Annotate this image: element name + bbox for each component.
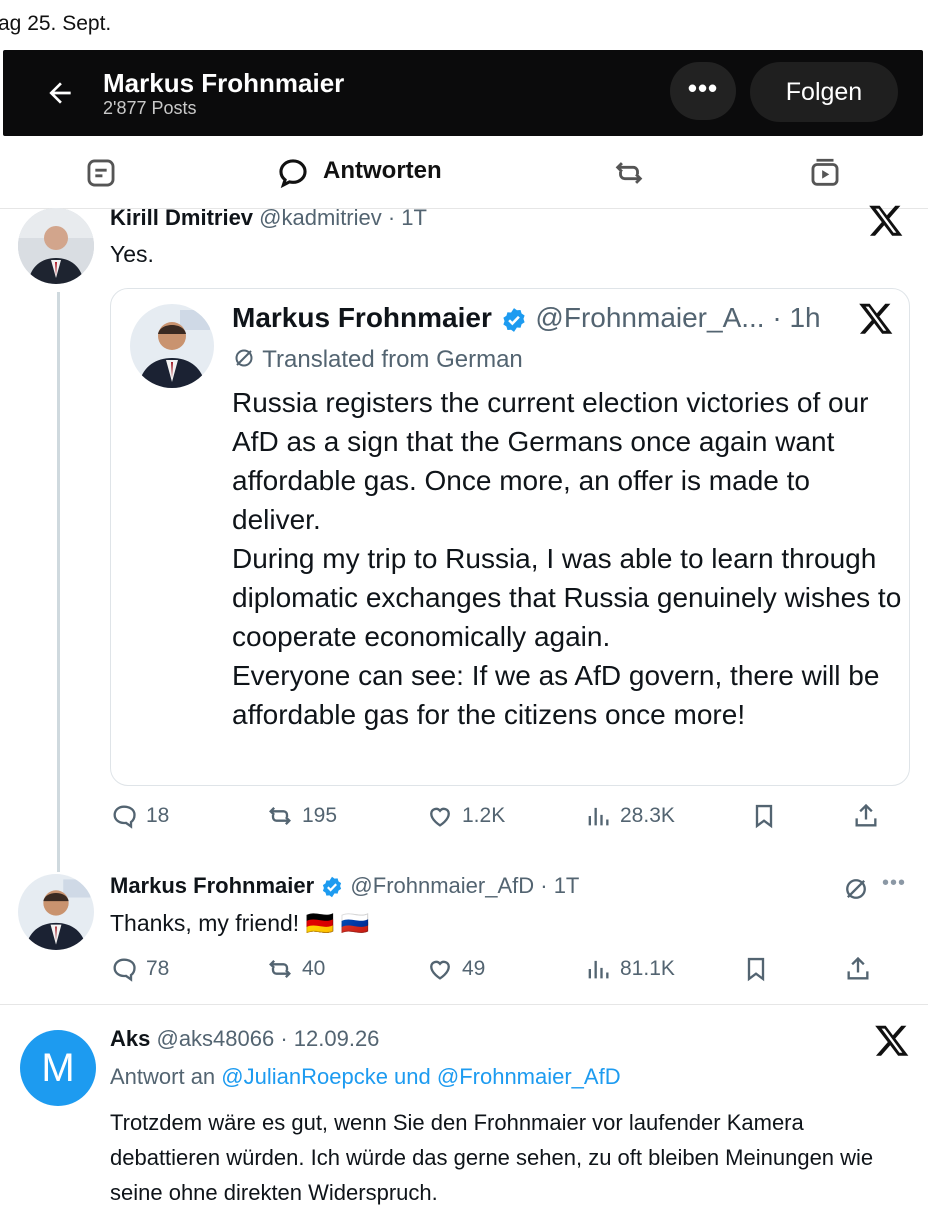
avatar[interactable]: M [20,1030,96,1106]
repost-icon [269,807,291,825]
repost-action[interactable]: 40 [266,955,325,983]
reply-to-mentions[interactable]: @JulianRoepcke und @Frohnmaier_AfD [221,1064,620,1089]
quote-paragraph: Everyone can see: If we as AfD govern, t… [232,660,880,730]
reply-text: Thanks, my friend! [110,910,300,936]
avatar[interactable] [130,304,214,388]
date-label: ag 25. Sept. [0,12,112,35]
bookmark-icon [747,957,765,982]
share-icon [847,956,869,980]
views-icon [588,807,609,826]
bookmark-button[interactable] [750,802,778,830]
profile-name: Markus Frohnmaier [103,68,345,98]
repost-action[interactable]: 195 [266,802,337,830]
handle-time[interactable]: @aks48066 · 12.09.26 [156,1026,379,1051]
tab-media-icon[interactable] [808,156,842,190]
reply-text: Trotzdem wäre es gut, wenn Sie den Frohn… [110,1110,874,1205]
reply-count: 78 [146,957,170,980]
handle-time[interactable]: @kadmitriev · 1T [259,205,427,230]
reply-header: Markus Frohnmaier @Frohnmaier_AfD · 1T [110,873,579,899]
divider [0,1004,928,1005]
reply-icon [113,805,136,829]
like-action[interactable]: 49 [426,955,485,983]
author-name[interactable]: Markus Frohnmaier [232,302,492,333]
like-action[interactable]: 1.2K [426,802,505,830]
reply-count: 18 [146,804,170,827]
back-arrow-icon[interactable] [44,77,76,109]
translated-note: Translated from German [232,346,523,374]
tab-replies-icon[interactable] [276,156,310,190]
reply-action[interactable]: 18 [110,802,169,830]
more-options-icon[interactable]: ••• [882,872,906,895]
handle-time[interactable]: @Frohnmaier_A... · 1h [535,302,820,333]
reply-text-row: Thanks, my friend! 🇩🇪 🇷🇺 [110,910,369,937]
repost-count: 195 [302,804,338,827]
translated-label: Translated from German [262,346,523,373]
views-count: 28.3K [620,804,675,827]
author-name[interactable]: Markus Frohnmaier [110,873,314,898]
follow-button[interactable]: Folgen [750,62,898,122]
reply-action[interactable]: 78 [110,955,169,983]
verified-badge-icon [503,307,525,332]
verified-badge-icon [323,876,342,898]
share-icon [855,803,877,827]
reply-header: Aks @aks48066 · 12.09.26 [110,1026,379,1052]
quote-paragraph: Russia registers the current election vi… [232,387,869,535]
like-count: 1.2K [462,804,506,827]
tab-reposts-icon[interactable] [612,156,646,190]
thread-line [57,292,60,872]
like-count: 49 [462,957,486,980]
reply-to-line: Antwort an @JulianRoepcke und @Frohnmaie… [110,1064,621,1090]
translate-icon[interactable] [842,875,870,903]
reply-header: Kirill Dmitriev @kadmitriev · 1T [110,205,427,231]
handle-time[interactable]: @Frohnmaier_AfD · 1T [350,873,579,898]
views-action[interactable]: 28.3K [584,802,675,830]
views-action[interactable]: 81.1K [584,955,675,983]
views-icon [588,960,609,979]
author-name[interactable]: Aks [110,1026,150,1051]
quote-paragraph: During my trip to Russia, I was able to … [232,543,902,652]
x-logo-icon [874,1022,914,1062]
posts-count: 2'877 Posts [103,98,197,118]
quote-body: Russia registers the current election vi… [232,383,902,734]
flag-emojis: 🇩🇪 🇷🇺 [305,910,370,936]
profile-tabs [0,136,928,209]
heart-icon [430,807,450,827]
translate-icon [235,349,253,367]
repost-icon [269,960,291,978]
reply-text: Yes. [110,241,154,267]
repost-count: 40 [302,957,326,980]
bookmark-icon [755,804,773,829]
quote-header: Markus Frohnmaier @Frohnmaier_A... · 1h [232,302,821,334]
x-logo-icon [868,202,908,242]
x-logo-icon [858,300,898,340]
views-count: 81.1K [620,957,675,980]
share-button[interactable] [844,955,872,983]
share-button[interactable] [852,802,880,830]
reply-icon [113,958,136,982]
heart-icon [430,960,450,980]
more-options-button[interactable]: ••• [670,62,736,120]
avatar[interactable] [18,874,94,950]
author-name[interactable]: Kirill Dmitriev [110,205,253,230]
tab-posts-icon[interactable] [84,156,118,190]
tab-replies-label[interactable]: Antworten [323,157,442,185]
date-strip: ag 25. Sept. [0,0,928,50]
bookmark-button[interactable] [742,955,770,983]
avatar[interactable] [18,208,94,284]
reply-to-prefix: Antwort an [110,1064,216,1089]
